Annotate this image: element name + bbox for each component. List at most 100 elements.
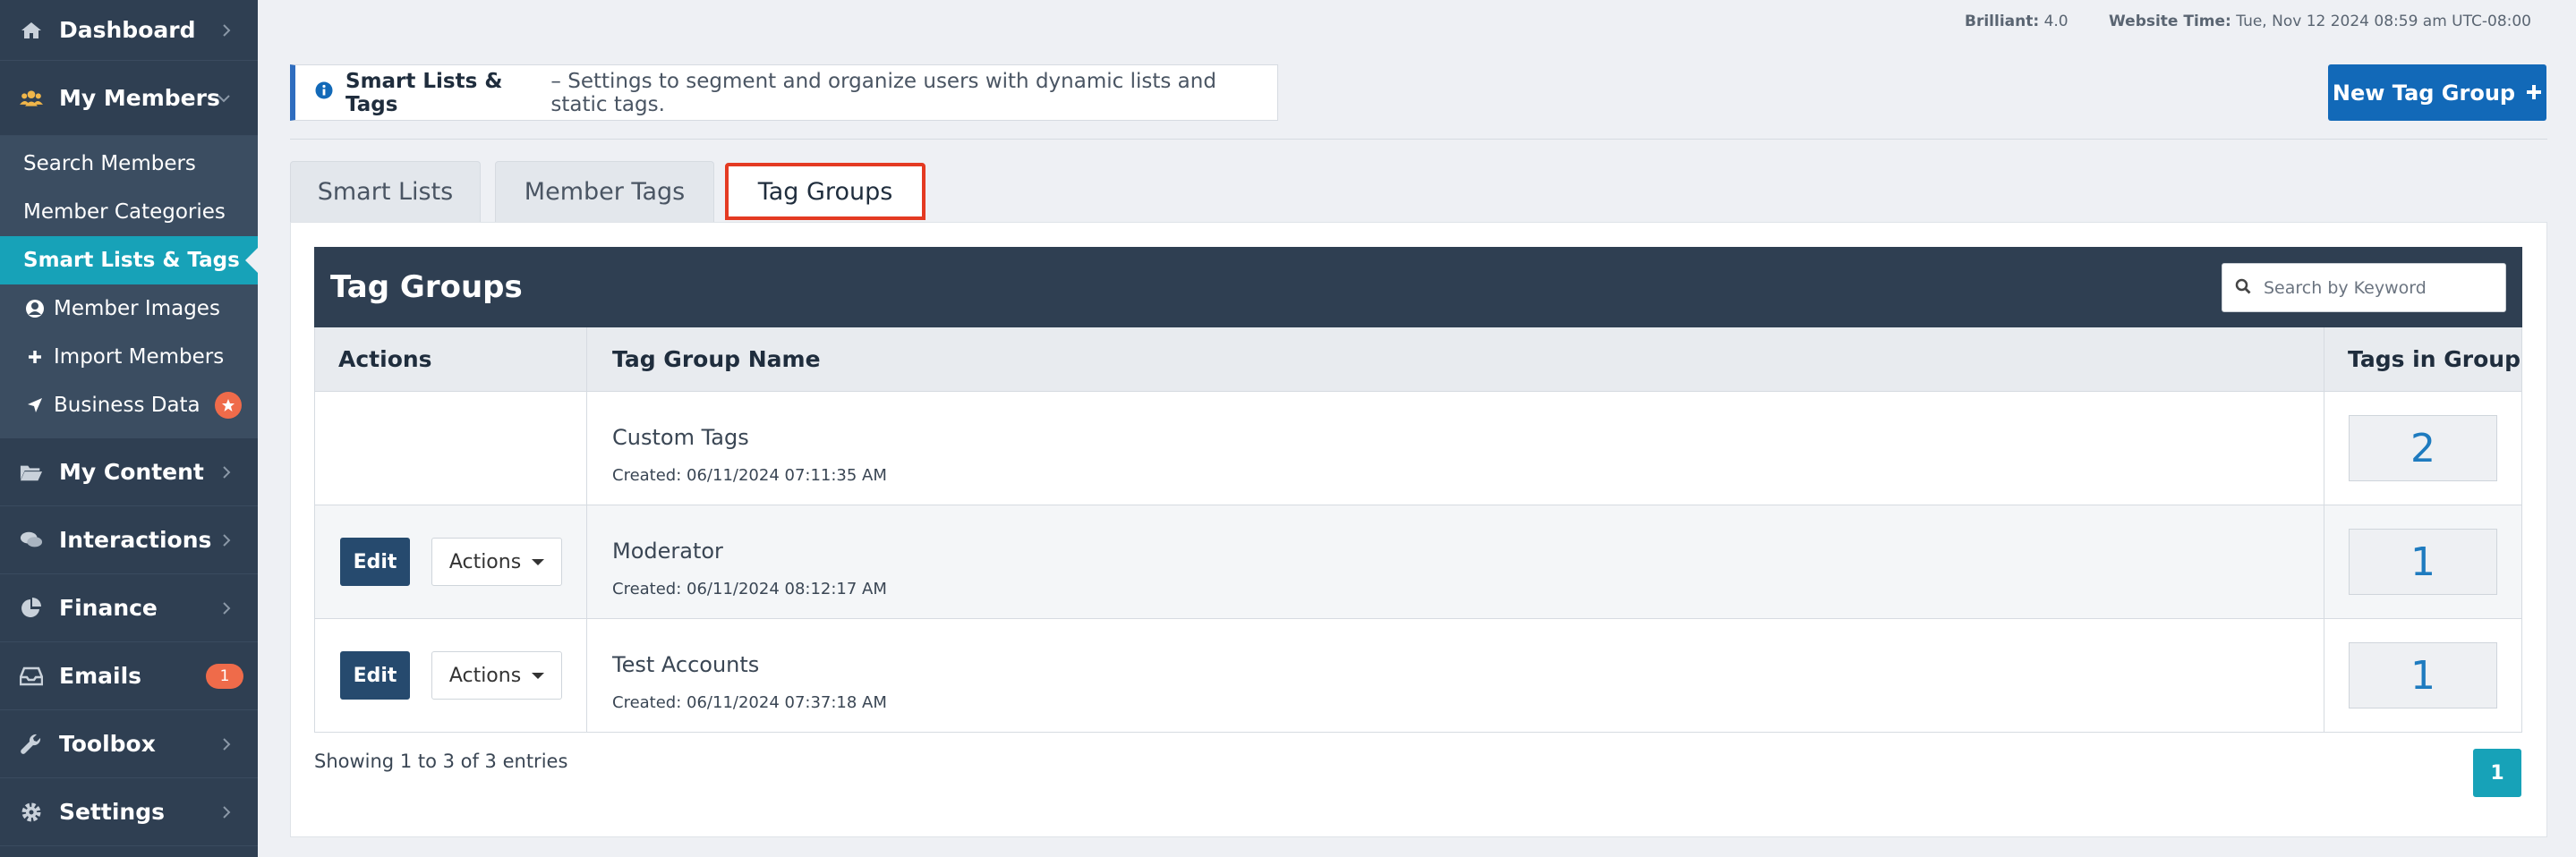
- comments-icon: [20, 529, 43, 552]
- caret-down-icon: [532, 558, 545, 565]
- row-name-cell: Moderator Created: 06/11/2024 08:12:17 A…: [587, 505, 2324, 618]
- info-circle-icon: [315, 81, 333, 105]
- search-icon: [2235, 278, 2251, 298]
- chevron-right-icon: [222, 465, 231, 479]
- row-actions-cell: Edit Actions: [315, 619, 587, 732]
- nav-my-members[interactable]: My Members: [0, 61, 258, 136]
- chevron-right-icon: [222, 23, 231, 38]
- row-count-cell: 1: [2324, 619, 2521, 732]
- new-tag-group-button[interactable]: New Tag Group: [2328, 64, 2546, 121]
- search-input[interactable]: [2264, 277, 2487, 298]
- nav-toolbox-label: Toolbox: [59, 731, 156, 757]
- nav-emails[interactable]: Emails 1: [0, 642, 258, 710]
- nav-my-members-label: My Members: [59, 85, 220, 111]
- tag-group-name: Moderator: [612, 538, 723, 564]
- nav-dashboard-label: Dashboard: [59, 17, 196, 43]
- sidebar-item-member-images[interactable]: Member Images: [0, 284, 258, 333]
- column-header-tags-count[interactable]: Tags in Group: [2324, 327, 2521, 391]
- inbox-icon: [20, 665, 43, 688]
- users-icon: [20, 87, 43, 110]
- sidebar-item-label: Smart Lists & Tags: [23, 249, 240, 272]
- tag-group-name: Custom Tags: [612, 424, 749, 450]
- website-time-value: Tue, Nov 12 2024 08:59 am UTC-08:00: [2236, 13, 2531, 30]
- tab-smart-lists[interactable]: Smart Lists: [290, 161, 481, 222]
- gear-icon: [20, 801, 43, 824]
- row-count-cell: 2: [2324, 392, 2521, 505]
- table-row: Edit Actions Moderator Created: 06/11/20…: [314, 505, 2522, 619]
- nav-my-content[interactable]: My Content: [0, 438, 258, 506]
- table-title: Tag Groups: [330, 269, 523, 305]
- emails-count-badge: 1: [206, 663, 243, 689]
- sidebar: Dashboard My Members Search Members Memb…: [0, 0, 258, 857]
- row-name-cell: Custom Tags Created: 06/11/2024 07:11:35…: [587, 392, 2324, 505]
- tags-count-button[interactable]: 1: [2349, 642, 2497, 709]
- nav-finance-label: Finance: [59, 595, 158, 621]
- row-actions-cell: [315, 392, 587, 505]
- nav-interactions-label: Interactions: [59, 527, 212, 553]
- sidebar-item-label: Member Images: [54, 297, 220, 320]
- column-header-actions[interactable]: Actions: [315, 327, 587, 391]
- page-description: – Settings to segment and organize users…: [550, 69, 1216, 116]
- caret-down-icon: [532, 672, 545, 679]
- new-tag-group-label: New Tag Group: [2332, 80, 2516, 106]
- tag-group-created: Created: 06/11/2024 07:11:35 AM: [612, 465, 887, 485]
- user-circle-icon: [23, 297, 47, 320]
- plus-icon: [2526, 81, 2542, 106]
- nav-settings[interactable]: Settings: [0, 778, 258, 846]
- row-actions-cell: Edit Actions: [315, 505, 587, 618]
- entries-summary: Showing 1 to 3 of 3 entries: [314, 751, 568, 772]
- wrench-icon: [20, 733, 43, 756]
- sidebar-item-search-members[interactable]: Search Members: [0, 140, 258, 188]
- nav-interactions[interactable]: Interactions: [0, 506, 258, 574]
- sidebar-item-member-categories[interactable]: Member Categories: [0, 188, 258, 236]
- nav-emails-label: Emails: [59, 663, 142, 689]
- row-count-cell: 1: [2324, 505, 2521, 618]
- tag-group-created: Created: 06/11/2024 07:37:18 AM: [612, 692, 887, 712]
- chevron-right-icon: [222, 533, 231, 547]
- star-icon: [215, 392, 242, 419]
- pie-chart-icon: [20, 597, 43, 620]
- chevron-right-icon: [222, 601, 231, 615]
- chevron-right-icon: [222, 737, 231, 751]
- tab-tag-groups[interactable]: Tag Groups: [725, 163, 925, 220]
- members-subnav: Search Members Member Categories Smart L…: [0, 136, 258, 438]
- row-name-cell: Test Accounts Created: 06/11/2024 07:37:…: [587, 619, 2324, 732]
- actions-label: Actions: [448, 664, 522, 687]
- nav-my-content-label: My Content: [59, 459, 204, 485]
- tab-label: Tag Groups: [757, 178, 893, 206]
- nav-dashboard[interactable]: Dashboard: [0, 0, 258, 61]
- tab-member-tags[interactable]: Member Tags: [495, 161, 714, 222]
- sidebar-item-label: Business Data: [54, 394, 200, 417]
- top-status-info: Brilliant: 4.0 Website Time: Tue, Nov 12…: [1965, 13, 2531, 30]
- edit-button[interactable]: Edit: [340, 651, 410, 700]
- brilliant-label: Brilliant:: [1965, 13, 2040, 30]
- actions-dropdown-button[interactable]: Actions: [431, 651, 562, 700]
- actions-dropdown-button[interactable]: Actions: [431, 538, 562, 586]
- website-time-label: Website Time:: [2109, 13, 2231, 30]
- tags-count-button[interactable]: 2: [2349, 415, 2497, 481]
- sidebar-item-business-data[interactable]: Business Data: [0, 381, 258, 429]
- nav-finance[interactable]: Finance: [0, 574, 258, 642]
- tags-count-button[interactable]: 1: [2349, 529, 2497, 595]
- location-arrow-icon: [23, 394, 47, 417]
- home-icon: [20, 19, 43, 42]
- column-header-name[interactable]: Tag Group Name: [587, 327, 2324, 391]
- chevron-right-icon: [222, 805, 231, 819]
- tab-label: Smart Lists: [317, 178, 454, 206]
- plus-icon: [23, 345, 47, 369]
- table-row: Custom Tags Created: 06/11/2024 07:11:35…: [314, 392, 2522, 505]
- folder-open-icon: [20, 461, 43, 484]
- nav-toolbox[interactable]: Toolbox: [0, 710, 258, 778]
- table-column-headers: Actions Tag Group Name Tags in Group: [314, 327, 2522, 392]
- sidebar-item-smart-lists-tags[interactable]: Smart Lists & Tags: [0, 236, 258, 284]
- actions-label: Actions: [448, 550, 522, 573]
- pagination-page-1[interactable]: 1: [2473, 749, 2521, 797]
- sidebar-item-import-members[interactable]: Import Members: [0, 333, 258, 381]
- page-info-bar: Smart Lists & Tags – Settings to segment…: [290, 64, 1278, 121]
- header-divider: [290, 139, 2547, 140]
- tab-label: Member Tags: [524, 178, 686, 206]
- search-box: [2222, 263, 2506, 312]
- sidebar-item-label: Import Members: [54, 345, 225, 369]
- edit-button[interactable]: Edit: [340, 538, 410, 586]
- chevron-down-icon: [217, 94, 231, 103]
